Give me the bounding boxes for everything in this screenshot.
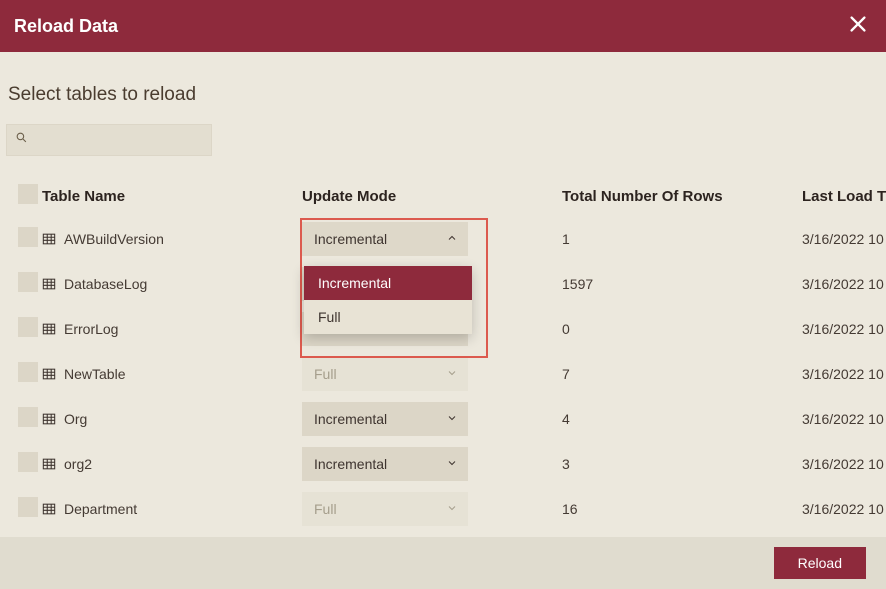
update-mode-value: Incremental (314, 456, 387, 472)
row-table-name: Org (64, 411, 87, 427)
row-checkbox[interactable] (18, 452, 38, 472)
row-total-rows: 1597 (562, 276, 802, 292)
table-row: OrgIncremental43/16/2022 10 (6, 396, 880, 441)
modal-subtitle: Select tables to reload (8, 84, 880, 106)
row-table-name: NewTable (64, 366, 125, 382)
update-mode-select[interactable]: Incremental (302, 402, 468, 436)
reload-button[interactable]: Reload (774, 547, 866, 579)
dropdown-option-incremental[interactable]: Incremental (304, 266, 472, 300)
row-total-rows: 7 (562, 366, 802, 382)
row-mode-cell: Full (302, 492, 562, 526)
header-last-load-time[interactable]: Last Load Ti (802, 188, 886, 205)
table-row: AWBuildVersionIncremental13/16/2022 10 (6, 216, 880, 261)
dropdown-option-full[interactable]: Full (304, 300, 472, 334)
row-name-cell: Department (42, 501, 302, 517)
row-mode-cell: Incremental (302, 447, 562, 481)
row-table-name: ErrorLog (64, 321, 118, 337)
header-update-mode[interactable]: Update Mode (302, 188, 562, 205)
update-mode-select: Full (302, 492, 468, 526)
close-button[interactable] (844, 12, 872, 40)
row-last-load-time: 3/16/2022 10 (802, 321, 886, 337)
row-checkbox-cell (6, 227, 42, 250)
header-table-name[interactable]: Table Name (42, 188, 302, 205)
row-checkbox-cell (6, 497, 42, 520)
row-checkbox-cell (6, 272, 42, 295)
table-row: DepartmentFull163/16/2022 10 (6, 486, 880, 531)
row-name-cell: AWBuildVersion (42, 231, 302, 247)
row-table-name: DatabaseLog (64, 276, 147, 292)
row-mode-cell: Incremental (302, 222, 562, 256)
search-icon (15, 131, 28, 149)
table-icon (42, 502, 56, 516)
row-last-load-time: 3/16/2022 10 (802, 411, 886, 427)
search-input[interactable] (34, 133, 210, 148)
update-mode-select: Full (302, 357, 468, 391)
tables-grid: Table Name Update Mode Total Number Of R… (6, 176, 880, 531)
header-total-rows[interactable]: Total Number Of Rows (562, 188, 802, 205)
row-name-cell: Org (42, 411, 302, 427)
row-total-rows: 4 (562, 411, 802, 427)
row-last-load-time: 3/16/2022 10 (802, 456, 886, 472)
row-last-load-time: 3/16/2022 10 (802, 276, 886, 292)
table-icon (42, 232, 56, 246)
row-total-rows: 3 (562, 456, 802, 472)
row-checkbox-cell (6, 407, 42, 430)
row-last-load-time: 3/16/2022 10 (802, 366, 886, 382)
chevron-down-icon (446, 501, 458, 517)
chevron-down-icon (446, 231, 458, 247)
update-mode-dropdown: Incremental Full (304, 266, 472, 334)
update-mode-value: Full (314, 501, 337, 517)
chevron-down-icon (446, 411, 458, 427)
row-checkbox[interactable] (18, 362, 38, 382)
table-body: AWBuildVersionIncremental13/16/2022 10Da… (6, 216, 880, 531)
table-row: NewTableFull73/16/2022 10 (6, 351, 880, 396)
row-table-name: Department (64, 501, 137, 517)
row-checkbox[interactable] (18, 272, 38, 292)
update-mode-select[interactable]: Incremental (302, 222, 468, 256)
table-icon (42, 412, 56, 426)
row-checkbox-cell (6, 362, 42, 385)
header-checkbox-cell (6, 184, 42, 208)
modal-title: Reload Data (14, 16, 844, 37)
row-name-cell: DatabaseLog (42, 276, 302, 292)
modal-footer: Reload (0, 537, 886, 589)
table-row: org2Incremental33/16/2022 10 (6, 441, 880, 486)
search-box[interactable] (6, 124, 212, 156)
table-icon (42, 277, 56, 291)
row-table-name: AWBuildVersion (64, 231, 164, 247)
table-icon (42, 322, 56, 336)
table-icon (42, 457, 56, 471)
chevron-down-icon (446, 366, 458, 382)
row-mode-cell: Full (302, 357, 562, 391)
modal-titlebar: Reload Data (0, 0, 886, 52)
row-name-cell: org2 (42, 456, 302, 472)
row-name-cell: ErrorLog (42, 321, 302, 337)
row-last-load-time: 3/16/2022 10 (802, 501, 886, 517)
row-total-rows: 0 (562, 321, 802, 337)
close-icon (847, 13, 869, 40)
table-icon (42, 367, 56, 381)
update-mode-value: Incremental (314, 411, 387, 427)
row-checkbox[interactable] (18, 317, 38, 337)
update-mode-value: Incremental (314, 231, 387, 247)
row-checkbox[interactable] (18, 227, 38, 247)
row-name-cell: NewTable (42, 366, 302, 382)
row-total-rows: 1 (562, 231, 802, 247)
update-mode-select[interactable]: Incremental (302, 447, 468, 481)
row-mode-cell: Incremental (302, 402, 562, 436)
row-checkbox[interactable] (18, 497, 38, 517)
row-checkbox-cell (6, 317, 42, 340)
reload-data-modal: Reload Data Select tables to reload Tabl… (0, 0, 886, 589)
chevron-down-icon (446, 456, 458, 472)
select-all-checkbox[interactable] (18, 184, 38, 204)
update-mode-value: Full (314, 366, 337, 382)
row-table-name: org2 (64, 456, 92, 472)
row-checkbox-cell (6, 452, 42, 475)
table-header-row: Table Name Update Mode Total Number Of R… (6, 176, 880, 216)
row-last-load-time: 3/16/2022 10 (802, 231, 886, 247)
row-checkbox[interactable] (18, 407, 38, 427)
row-total-rows: 16 (562, 501, 802, 517)
